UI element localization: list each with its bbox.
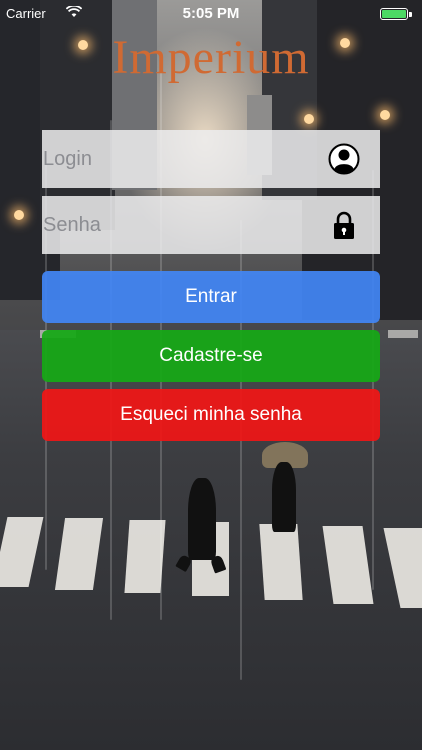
status-bar: Carrier 5:05 PM <box>0 0 422 28</box>
pedestrian <box>188 478 216 560</box>
password-field[interactable] <box>42 196 380 254</box>
battery-nub <box>409 12 412 17</box>
forgot-password-button[interactable]: Esqueci minha senha <box>42 389 380 441</box>
crosswalk-stripe <box>259 524 303 600</box>
battery-icon <box>380 8 412 20</box>
app-title: Imperium <box>112 31 310 84</box>
login-field[interactable] <box>42 130 380 188</box>
entrar-button-label: Entrar <box>185 286 237 307</box>
lock-icon <box>328 209 360 241</box>
street-lamp <box>304 114 314 124</box>
street-lamp <box>14 210 24 220</box>
clock: 5:05 PM <box>182 5 240 22</box>
entrar-button[interactable]: Entrar <box>42 271 380 323</box>
user-icon <box>328 143 360 175</box>
crosswalk-stripe <box>388 330 418 338</box>
login-input[interactable] <box>42 130 323 188</box>
signup-button-label: Cadastre-se <box>159 345 263 366</box>
forgot-password-button-label: Esqueci minha senha <box>120 404 302 425</box>
signup-button[interactable]: Cadastre-se <box>42 330 380 382</box>
password-input[interactable] <box>42 196 323 254</box>
pedestrian <box>272 462 296 532</box>
street-lamp <box>380 110 390 120</box>
battery-level <box>382 10 406 18</box>
